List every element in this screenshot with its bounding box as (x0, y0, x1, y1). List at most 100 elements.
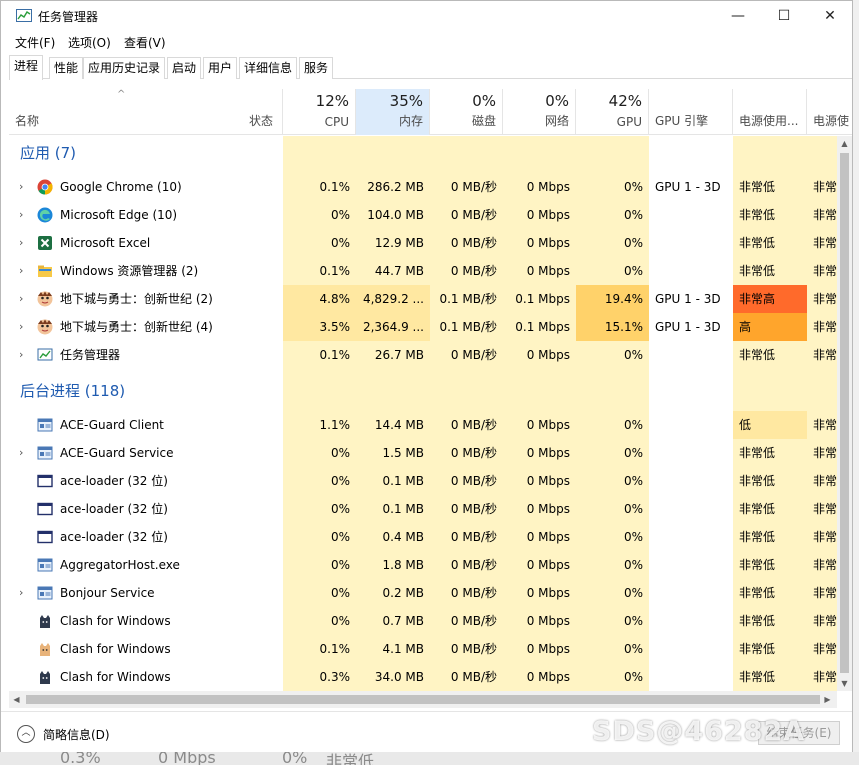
gpu-engine-cell (649, 439, 733, 467)
expand-chevron-icon[interactable]: › (19, 285, 23, 313)
process-name: Clash for Windows (60, 670, 171, 684)
horizontal-scrollbar[interactable]: ◀ ▶ (9, 691, 837, 708)
network-cell: 0 Mbps (526, 558, 570, 572)
menu-options[interactable]: 选项(O) (68, 34, 111, 51)
column-disk[interactable]: 0% 磁盘 (430, 89, 503, 135)
disk-cell: 0 MB/秒 (450, 530, 497, 544)
tab-app-history[interactable]: 应用历史记录 (83, 57, 166, 79)
scroll-down-icon[interactable]: ▼ (837, 676, 852, 691)
process-row[interactable]: › Google Chrome (10) 0.1% 286.2 MB 0 MB/秒 0 M… (9, 173, 837, 201)
column-gpu-engine[interactable]: GPU 引擎 (649, 89, 733, 135)
cpu-cell: 0% (330, 208, 350, 222)
process-row[interactable]: Clash for Windows 0.1% 4.1 MB 0 MB/秒 0 Mbps 0… (9, 635, 837, 663)
tab-processes[interactable]: 进程 (9, 55, 44, 80)
power-cell: 非常低 (739, 558, 776, 572)
expand-chevron-icon[interactable]: › (19, 229, 23, 257)
expand-chevron-icon[interactable]: › (19, 257, 23, 285)
process-row[interactable]: › 地下城与勇士：创新世纪 (4) 3.5% 2,364.9 ... 0.1 MB/秒 0… (9, 313, 837, 341)
taskmgr-icon (37, 347, 53, 363)
process-row[interactable]: › Windows 资源管理器 (2) 0.1% 44.7 MB 0 MB/秒 0 Mbp… (9, 257, 837, 285)
menu-file[interactable]: 文件(F) (15, 34, 55, 51)
tab-performance[interactable]: 性能 (49, 57, 84, 79)
scroll-up-icon[interactable]: ▲ (837, 136, 852, 151)
maximize-button[interactable]: ☐ (761, 1, 807, 31)
gpu-engine-cell (649, 607, 733, 635)
memory-cell: 4.1 MB (382, 642, 424, 656)
process-row[interactable]: › ACE-Guard Service 0% 1.5 MB 0 MB/秒 0 Mbps 0%… (9, 439, 837, 467)
network-cell: 0 Mbps (526, 670, 570, 684)
process-row[interactable]: Clash for Windows 0% 0.7 MB 0 MB/秒 0 Mbps 0% 非… (9, 607, 837, 635)
expand-chevron-icon[interactable]: › (19, 313, 23, 341)
column-power[interactable]: 电源使用... (733, 89, 807, 135)
cpu-cell: 4.8% (283, 285, 356, 313)
process-row[interactable]: › Microsoft Edge (10) 0% 104.0 MB 0 MB/秒 0 Mb… (9, 201, 837, 229)
process-row[interactable]: › 任务管理器 0.1% 26.7 MB 0 MB/秒 0 Mbps 0% 非常低 非常 (9, 341, 837, 369)
expand-chevron-icon[interactable]: › (19, 439, 23, 467)
title-bar[interactable]: 任务管理器 — ☐ ✕ (1, 1, 852, 31)
process-name: AggregatorHost.exe (60, 558, 180, 572)
column-status[interactable]: 状态 (243, 89, 283, 135)
sort-arrow-icon: ^ (117, 89, 126, 100)
window-icon (37, 501, 53, 517)
scroll-left-icon[interactable]: ◀ (9, 692, 24, 707)
process-name: Bonjour Service (60, 586, 155, 600)
close-button[interactable]: ✕ (807, 1, 853, 31)
expand-chevron-icon[interactable]: › (19, 201, 23, 229)
menu-view[interactable]: 查看(V) (124, 34, 166, 51)
disk-cell: 0 MB/秒 (450, 474, 497, 488)
column-power-trend[interactable]: 电源使 (807, 89, 852, 135)
chevron-up-icon[interactable]: ︿ (17, 725, 35, 743)
process-row[interactable]: AggregatorHost.exe 0% 1.8 MB 0 MB/秒 0 Mbps 0%… (9, 551, 837, 579)
process-name: 任务管理器 (60, 348, 121, 362)
power-trend-cell: 非常 (813, 642, 837, 656)
process-row[interactable]: › Bonjour Service 0% 0.2 MB 0 MB/秒 0 Mbps 0% 非常… (9, 579, 837, 607)
group-header-apps[interactable]: 应用 (7) (9, 136, 837, 170)
gpu-cell: 0% (623, 642, 643, 656)
horizontal-scroll-thumb[interactable] (26, 695, 820, 704)
expand-chevron-icon[interactable]: › (19, 579, 23, 607)
excel-icon (37, 235, 53, 251)
tab-users[interactable]: 用户 (203, 57, 238, 79)
fewer-details-button[interactable]: 简略信息(D) (43, 726, 110, 743)
expand-chevron-icon[interactable]: › (19, 173, 23, 201)
memory-cell: 0.2 MB (382, 586, 424, 600)
cpu-cell: 0.1% (319, 642, 351, 656)
process-row[interactable]: ACE-Guard Client 1.1% 14.4 MB 0 MB/秒 0 Mbps 0… (9, 411, 837, 439)
expand-chevron-icon[interactable]: › (19, 341, 23, 369)
process-row[interactable]: ace-loader (32 位) 0% 0.1 MB 0 MB/秒 0 Mbps 0% 非… (9, 467, 837, 495)
gpu-engine-cell (649, 579, 733, 607)
tab-services[interactable]: 服务 (299, 57, 334, 79)
memory-cell: 0.7 MB (382, 614, 424, 628)
tab-details[interactable]: 详细信息 (239, 57, 298, 79)
gpu-engine-cell: GPU 1 - 3D (655, 320, 721, 334)
gpu-engine-cell: GPU 1 - 3D (655, 292, 721, 306)
vertical-scrollbar[interactable]: ▲ ▼ (837, 136, 852, 691)
gpu-engine-cell (649, 257, 733, 285)
column-name[interactable]: ^ 名称 (9, 89, 243, 135)
task-manager-window: 任务管理器 — ☐ ✕ 文件(F) 选项(O) 查看(V) 进程 性能 应用历史… (0, 0, 853, 752)
menu-bar: 文件(F) 选项(O) 查看(V) (1, 31, 852, 53)
minimize-button[interactable]: — (715, 1, 761, 31)
gpu-cell: 0% (623, 558, 643, 572)
column-gpu[interactable]: 42% GPU (576, 89, 649, 135)
scroll-right-icon[interactable]: ▶ (820, 692, 835, 707)
disk-cell: 0 MB/秒 (450, 236, 497, 250)
power-trend-cell: 非常 (813, 586, 837, 600)
group-header-background[interactable]: 后台进程 (118) (9, 374, 837, 408)
folder-icon (37, 263, 53, 279)
column-network[interactable]: 0% 网络 (503, 89, 576, 135)
disk-cell: 0 MB/秒 (450, 418, 497, 432)
process-row[interactable]: ace-loader (32 位) 0% 0.1 MB 0 MB/秒 0 Mbps 0% 非… (9, 495, 837, 523)
cpu-cell: 0% (330, 502, 350, 516)
process-row[interactable]: ace-loader (32 位) 0% 0.4 MB 0 MB/秒 0 Mbps 0% 非… (9, 523, 837, 551)
process-row[interactable]: › Microsoft Excel 0% 12.9 MB 0 MB/秒 0 Mbps 0% 非… (9, 229, 837, 257)
cpu-cell: 0% (330, 474, 350, 488)
column-memory[interactable]: 35% 内存 (356, 89, 430, 135)
process-row[interactable]: Clash for Windows 0.3% 34.0 MB 0 MB/秒 0 Mbps… (9, 663, 837, 691)
tab-startup[interactable]: 启动 (167, 57, 202, 79)
process-row[interactable]: › 地下城与勇士：创新世纪 (2) 4.8% 4,829.2 ... 0.1 MB/秒 0… (9, 285, 837, 313)
disk-cell: 0 MB/秒 (450, 642, 497, 656)
power-trend-cell: 非常 (813, 208, 837, 222)
column-cpu[interactable]: 12% CPU (283, 89, 356, 135)
vertical-scroll-thumb[interactable] (840, 153, 849, 673)
